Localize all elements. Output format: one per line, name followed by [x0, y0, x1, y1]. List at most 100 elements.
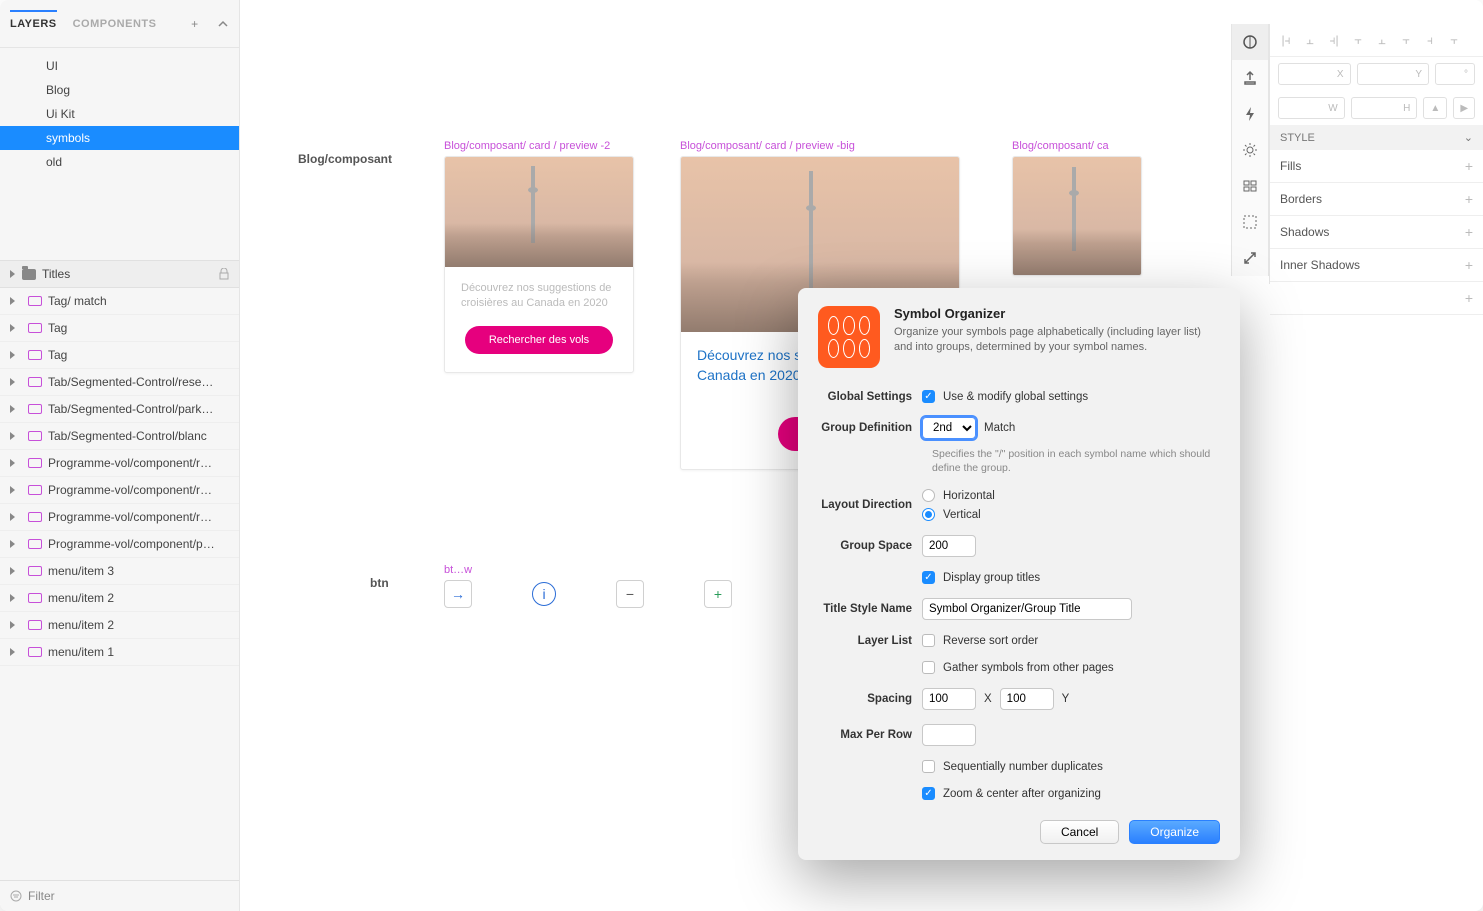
- artboard-label-3[interactable]: Blog/composant/ ca: [1012, 140, 1109, 152]
- tab-components[interactable]: COMPONENTS: [73, 12, 157, 36]
- card-preview-3[interactable]: [1012, 156, 1142, 276]
- layer-group-titles[interactable]: Titles: [0, 261, 239, 288]
- max-per-row-input[interactable]: [922, 724, 976, 746]
- group-space-input[interactable]: [922, 535, 976, 557]
- select-icon[interactable]: [1232, 204, 1268, 240]
- spacing-x-input[interactable]: [922, 688, 976, 710]
- add-icon[interactable]: +: [1465, 290, 1473, 306]
- layer-row[interactable]: Programme-vol/component/r…: [0, 504, 239, 531]
- distribute-h-icon[interactable]: ⫞: [1418, 30, 1442, 50]
- borders-section[interactable]: Borders+: [1270, 183, 1483, 216]
- layer-label: Tag: [48, 321, 67, 335]
- page-item-uikit[interactable]: Ui Kit: [0, 102, 239, 126]
- shadows-section[interactable]: Shadows+: [1270, 216, 1483, 249]
- gather-symbols-checkbox[interactable]: [922, 661, 935, 674]
- btn-label[interactable]: bt…w: [444, 564, 472, 576]
- add-shadow-icon[interactable]: +: [1465, 224, 1473, 240]
- seq-number-checkbox[interactable]: [922, 760, 935, 773]
- disclosure-icon: [10, 405, 18, 413]
- gear-icon[interactable]: [1232, 132, 1268, 168]
- align-middle-icon[interactable]: ⫠: [1370, 30, 1394, 50]
- layer-row[interactable]: Programme-vol/component/r…: [0, 477, 239, 504]
- layer-row[interactable]: Tab/Segmented-Control/park…: [0, 396, 239, 423]
- bolt-icon[interactable]: [1232, 96, 1268, 132]
- title-style-input[interactable]: [922, 598, 1132, 620]
- cancel-button[interactable]: Cancel: [1040, 820, 1119, 844]
- card-button[interactable]: Rechercher des vols: [465, 326, 613, 354]
- use-global-checkbox[interactable]: [922, 390, 935, 403]
- btn-plus[interactable]: +: [704, 580, 732, 608]
- add-fill-icon[interactable]: +: [1465, 158, 1473, 174]
- card-preview-2[interactable]: Découvrez nos suggestions de croisières …: [444, 156, 634, 373]
- layer-row[interactable]: Tab/Segmented-Control/rese…: [0, 369, 239, 396]
- btn-arrow[interactable]: →: [444, 580, 472, 608]
- layer-label: Tag: [48, 348, 67, 362]
- rotation-field[interactable]: °: [1435, 63, 1475, 85]
- spacing-y-label: Y: [1062, 693, 1070, 705]
- layer-list: Titles Tag/ match Tag Tag Tab/Segmented-…: [0, 260, 239, 880]
- tab-layers[interactable]: LAYERS: [10, 10, 57, 36]
- horizontal-radio[interactable]: [922, 489, 935, 502]
- add-inner-shadow-icon[interactable]: +: [1465, 257, 1473, 273]
- page-item-blog[interactable]: Blog: [0, 78, 239, 102]
- distribute-v-icon[interactable]: ⫟: [1442, 30, 1466, 50]
- page-item-old[interactable]: old: [0, 150, 239, 174]
- align-top-icon[interactable]: ⫟: [1346, 30, 1370, 50]
- layout-direction-label: Layout Direction: [818, 499, 922, 511]
- layer-row[interactable]: menu/item 1: [0, 639, 239, 666]
- chevron-down-icon[interactable]: ⌄: [1464, 131, 1473, 144]
- btn-minus[interactable]: −: [616, 580, 644, 608]
- disclosure-icon: [10, 324, 18, 332]
- filter-bar[interactable]: Filter: [0, 880, 239, 911]
- layer-row[interactable]: Programme-vol/component/p…: [0, 531, 239, 558]
- fills-section[interactable]: Fills+: [1270, 150, 1483, 183]
- layer-row[interactable]: Tab/Segmented-Control/blanc: [0, 423, 239, 450]
- inner-shadows-section[interactable]: Inner Shadows+: [1270, 249, 1483, 282]
- y-field[interactable]: Y: [1357, 63, 1430, 85]
- export-icon[interactable]: [1232, 60, 1268, 96]
- symbol-icon: [28, 485, 42, 495]
- layer-row[interactable]: Tag: [0, 315, 239, 342]
- spacing-label: Spacing: [818, 693, 922, 705]
- resize-icon[interactable]: [1232, 240, 1268, 276]
- flip-h-icon[interactable]: ▲: [1423, 97, 1447, 119]
- align-right-icon[interactable]: ⫞|: [1322, 30, 1346, 50]
- layer-label: Programme-vol/component/r…: [48, 456, 212, 470]
- layer-row[interactable]: menu/item 2: [0, 585, 239, 612]
- align-left-icon[interactable]: |⫞: [1274, 30, 1298, 50]
- plugin-app-icon: [818, 306, 880, 368]
- reverse-sort-checkbox[interactable]: [922, 634, 935, 647]
- use-global-label: Use & modify global settings: [943, 391, 1088, 403]
- align-center-icon[interactable]: ⫠: [1298, 30, 1322, 50]
- vertical-radio[interactable]: [922, 508, 935, 521]
- layer-row[interactable]: Tag/ match: [0, 288, 239, 315]
- align-bottom-icon[interactable]: ⫟: [1394, 30, 1418, 50]
- x-field[interactable]: X: [1278, 63, 1351, 85]
- w-field[interactable]: W: [1278, 97, 1345, 119]
- organize-button[interactable]: Organize: [1129, 820, 1220, 844]
- spacing-x-label: X: [984, 693, 992, 705]
- symbol-icon: [28, 296, 42, 306]
- page-item-symbols[interactable]: symbols: [0, 126, 239, 150]
- disclosure-icon: [10, 432, 18, 440]
- zoom-center-checkbox[interactable]: [922, 787, 935, 800]
- artboard-label-2[interactable]: Blog/composant/ card / preview -big: [680, 140, 855, 152]
- layer-row[interactable]: menu/item 3: [0, 558, 239, 585]
- plugin-icon[interactable]: [1232, 24, 1268, 60]
- add-border-icon[interactable]: +: [1465, 191, 1473, 207]
- display-titles-checkbox[interactable]: [922, 571, 935, 584]
- page-item-ui[interactable]: UI: [0, 54, 239, 78]
- collapse-icon[interactable]: [217, 14, 229, 34]
- artboard-label-1[interactable]: Blog/composant/ card / preview -2: [444, 140, 610, 152]
- disclosure-icon: [10, 567, 18, 575]
- btn-info[interactable]: i: [532, 582, 556, 606]
- layer-row[interactable]: menu/item 2: [0, 612, 239, 639]
- flip-v-icon[interactable]: ▶: [1453, 97, 1475, 119]
- group-definition-select[interactable]: 2nd: [922, 417, 976, 439]
- spacing-y-input[interactable]: [1000, 688, 1054, 710]
- h-field[interactable]: H: [1351, 97, 1418, 119]
- add-page-icon[interactable]: +: [188, 14, 200, 34]
- layer-row[interactable]: Programme-vol/component/r…: [0, 450, 239, 477]
- layer-row[interactable]: Tag: [0, 342, 239, 369]
- layout-icon[interactable]: [1232, 168, 1268, 204]
